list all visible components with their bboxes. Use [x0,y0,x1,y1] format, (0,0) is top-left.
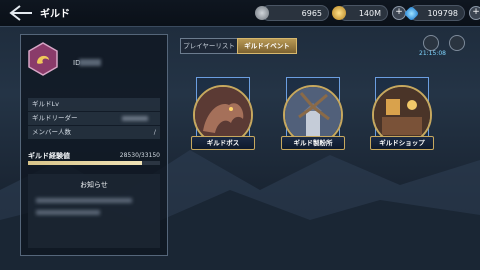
notice-text-line [36,198,132,203]
gold-resource: 140M + [332,5,406,21]
guild-boss-card[interactable]: ギルドボス [191,77,255,151]
notice-text-line [36,210,100,215]
guild-shop-card[interactable]: ギルドショップ [370,77,434,151]
silver-coin-icon [255,6,269,20]
shop-icon [374,87,430,143]
guild-level-row: ギルドLv [28,98,160,111]
silver-resource: 6965 [255,5,329,21]
guild-shop-label: ギルドショップ [370,136,434,150]
member-count-label: メンバー人数 [32,128,71,136]
guild-info-panel: ID ギルドLv ギルドリーダー メンバー人数 / ギルド経験値 28530/3… [20,34,168,256]
add-gem-button[interactable]: + [469,6,480,20]
top-bar: ギルド 6965 140M + 109798 + [0,0,480,27]
dragon-icon [195,87,251,143]
guild-id-value [79,59,101,66]
guild-level-label: ギルドLv [32,100,59,108]
notice-title: お知らせ [80,181,108,189]
member-count-value: / [153,128,156,136]
guild-stats: ギルドLv ギルドリーダー メンバー人数 / [28,98,160,140]
gold-coin-icon [332,6,346,20]
page-title: ギルド [40,9,70,20]
gem-resource: 109798 + [403,5,480,21]
back-arrow-icon[interactable] [8,4,34,22]
silver-value: 6965 [261,5,329,21]
guild-xp-value: 28530/33150 [119,152,160,159]
tab-player-list[interactable]: プレイヤーリスト [180,38,238,54]
guild-mill-card[interactable]: ギルド製粉所 [281,77,345,151]
guild-boss-label: ギルドボス [191,136,255,150]
document-icon[interactable] [449,35,465,51]
windmill-icon [285,87,341,143]
guild-mill-label: ギルド製粉所 [281,136,345,150]
member-count-row: メンバー人数 / [28,126,160,139]
notice-box: お知らせ [28,174,160,248]
guild-emblem-icon [28,42,58,76]
settings-icon[interactable] [423,35,439,51]
guild-xp-bar [28,161,160,165]
tab-guild-event[interactable]: ギルドイベント [237,38,297,54]
guild-leader-row: ギルドリーダー [28,112,160,125]
guild-leader-value [122,116,148,121]
guild-xp-label: ギルド経験値 [28,152,70,160]
guild-xp-fill [28,161,142,165]
event-timer: 21:15:08 [419,50,446,57]
guild-leader-label: ギルドリーダー [32,114,78,122]
